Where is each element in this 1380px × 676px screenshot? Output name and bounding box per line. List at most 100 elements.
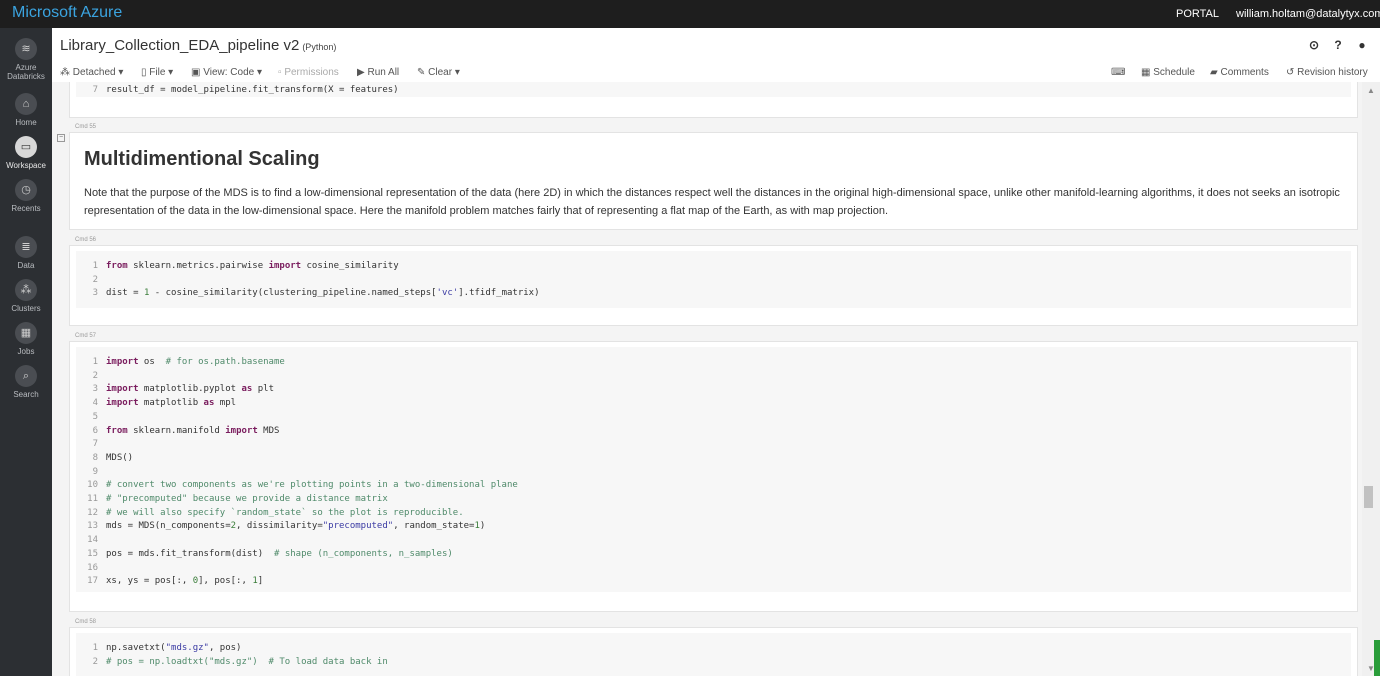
- schedule-label: Schedule: [1153, 67, 1195, 78]
- code-line: 10 # convert two components as we're plot…: [76, 480, 518, 492]
- sidebar-item-data[interactable]: ≣ Data: [0, 236, 52, 270]
- schedule-button[interactable]: ▦ Schedule: [1141, 67, 1195, 78]
- line-number: 11: [87, 494, 98, 504]
- code-cell[interactable]: 1 import os # for os.path.basename 2 3 impor…: [69, 341, 1358, 612]
- revision-history-label: Revision history: [1297, 67, 1368, 78]
- code-token: as: [241, 384, 253, 395]
- keyboard-icon[interactable]: ⌨: [1111, 67, 1125, 78]
- comments-button[interactable]: ▰ Comments: [1210, 67, 1269, 78]
- detached-label: Detached: [72, 67, 116, 78]
- line-number: 1: [92, 357, 98, 367]
- code-token: # convert two components as we're plotti…: [106, 480, 518, 491]
- code-token: dist =: [106, 288, 144, 299]
- sidebar-item-label: Data: [17, 261, 35, 270]
- line-number: 12: [87, 507, 98, 518]
- revision-history-button[interactable]: ↺ Revision history: [1286, 67, 1368, 78]
- run-all-label: Run All: [367, 67, 400, 78]
- scroll-up-icon[interactable]: ▲: [1367, 86, 1375, 95]
- code-token: mds = MDS(n_components=: [106, 521, 231, 532]
- code-editor[interactable]: 1 import os # for os.path.basename 2 3 impor…: [76, 347, 1351, 592]
- code-token: # we will also specify `random_state` so…: [106, 507, 464, 518]
- history-icon: ↺: [1286, 67, 1298, 78]
- code-token: "precomputed": [322, 521, 394, 532]
- sidebar: ≋ Azure Databricks ⌂ Home ▭ Workspace ◷ R…: [0, 28, 52, 676]
- notebook-content[interactable]: 7 result_df = model_pipeline.fit_transfor…: [52, 82, 1362, 676]
- code-token: mpl: [214, 398, 237, 409]
- code-token: 'vc': [436, 288, 459, 299]
- sidebar-item-home[interactable]: ⌂ Home: [0, 93, 52, 127]
- permissions-label: Permissions: [284, 67, 339, 78]
- sidebar-item-label: Workspace: [6, 161, 46, 170]
- clear-label: Clear: [428, 67, 453, 78]
- file-menu[interactable]: ▯ File ▾: [141, 67, 173, 78]
- notebook-title[interactable]: Library_Collection_EDA_pipeline v2 (Pytho…: [60, 37, 336, 54]
- detached-dropdown[interactable]: ⁂ Detached ▾: [60, 67, 123, 78]
- status-indicator: [1374, 640, 1380, 676]
- code-line: 7: [76, 439, 106, 451]
- markdown-heading: Multidimentional Scaling: [84, 148, 320, 170]
- code-line: 1 np.savetxt("mds.gz", pos): [76, 643, 242, 655]
- code-token: ]: [257, 576, 264, 587]
- line-number: 16: [87, 562, 98, 573]
- sidebar-item-azure-databricks[interactable]: ≋ Azure Databricks: [0, 38, 52, 81]
- comment-icon: ▰: [1210, 67, 1221, 78]
- history-clock-icon[interactable]: ⊙: [1306, 38, 1322, 52]
- help-icon[interactable]: ?: [1330, 38, 1346, 52]
- code-token: - cosine_similarity(clustering_pipeline.…: [149, 288, 437, 299]
- code-token: as: [203, 398, 215, 409]
- top-bar: Microsoft Azure PORTAL william.holtam@da…: [0, 0, 1380, 28]
- sidebar-item-recents[interactable]: ◷ Recents: [0, 179, 52, 213]
- code-cell[interactable]: 1 from sklearn.metrics.pairwise import co…: [69, 245, 1358, 326]
- code-line: 15 pos = mds.fit_transform(dist) # shape …: [76, 549, 453, 561]
- code-line: 7 result_df = model_pipeline.fit_transfor…: [76, 85, 399, 97]
- code-token: "mds.gz": [165, 643, 209, 653]
- databricks-stack-icon: ≋: [15, 38, 37, 60]
- sidebar-item-search[interactable]: ⌕ Search: [0, 365, 52, 399]
- sidebar-item-clusters[interactable]: ⁂ Clusters: [0, 279, 52, 313]
- view-label: View: Code: [203, 67, 255, 78]
- line-number: 4: [92, 398, 98, 409]
- notebook-language: (Python): [302, 42, 337, 52]
- code-line: 1 from sklearn.metrics.pairwise import co…: [76, 261, 399, 273]
- sidebar-item-label: Clusters: [11, 304, 41, 313]
- code-line: 16: [76, 563, 106, 575]
- code-editor[interactable]: 1 np.savetxt("mds.gz", pos) 2 # pos = np.lo…: [76, 633, 1351, 676]
- line-number: 6: [92, 425, 98, 436]
- line-number: 2: [92, 274, 98, 285]
- code-token: # shape (n_components, n_samples): [273, 548, 453, 559]
- view-menu[interactable]: ▣ View: Code ▾: [191, 67, 262, 78]
- code-editor[interactable]: 7 result_df = model_pipeline.fit_transfor…: [76, 82, 1351, 97]
- code-token: cosine_similarity: [301, 261, 399, 271]
- notebook-cell[interactable]: 7 result_df = model_pipeline.fit_transfor…: [69, 82, 1358, 118]
- user-account[interactable]: william.holtam@datalytyx.com: [1236, 8, 1380, 20]
- folder-icon: ▭: [15, 136, 37, 158]
- sidebar-item-workspace[interactable]: ▭ Workspace: [0, 136, 52, 170]
- code-editor[interactable]: 1 from sklearn.metrics.pairwise import co…: [76, 251, 1351, 308]
- cluster-icon: ⁂: [60, 67, 73, 78]
- sidebar-item-jobs[interactable]: ▦ Jobs: [0, 322, 52, 356]
- line-number: 1: [92, 261, 98, 271]
- code-token: matplotlib: [138, 398, 204, 409]
- markdown-cell[interactable]: Multidimentional Scaling Note that the p…: [69, 132, 1358, 230]
- code-line: 5: [76, 412, 106, 424]
- collapse-toggle-icon[interactable]: −: [57, 134, 65, 142]
- run-all-button[interactable]: ▶ Run All: [357, 67, 399, 78]
- vertical-scrollbar[interactable]: ▲ ▼: [1362, 82, 1380, 676]
- code-token: # "precomputed" because we provide a dis…: [106, 494, 388, 504]
- code-cell[interactable]: 1 np.savetxt("mds.gz", pos) 2 # pos = np.lo…: [69, 627, 1358, 676]
- line-number: 15: [87, 548, 98, 559]
- permissions-button[interactable]: ▫ Permissions: [278, 67, 339, 78]
- notebook-name[interactable]: Library_Collection_EDA_pipeline v2: [60, 37, 299, 54]
- code-token: , pos): [208, 643, 242, 653]
- code-line: 2: [76, 371, 106, 383]
- code-token: import: [106, 398, 139, 409]
- brand-title[interactable]: Microsoft Azure: [12, 4, 122, 22]
- portal-link[interactable]: PORTAL: [1176, 8, 1219, 20]
- user-icon[interactable]: ●: [1354, 38, 1370, 52]
- code-token: # pos = np.loadtxt("mds.gz") # To load d…: [106, 656, 388, 667]
- code-token: matplotlib.pyplot: [138, 384, 242, 395]
- scrollbar-thumb[interactable]: [1364, 486, 1373, 508]
- line-number: 2: [92, 370, 98, 381]
- code-line: 2: [76, 275, 106, 287]
- clear-menu[interactable]: ✎ Clear ▾: [417, 67, 460, 78]
